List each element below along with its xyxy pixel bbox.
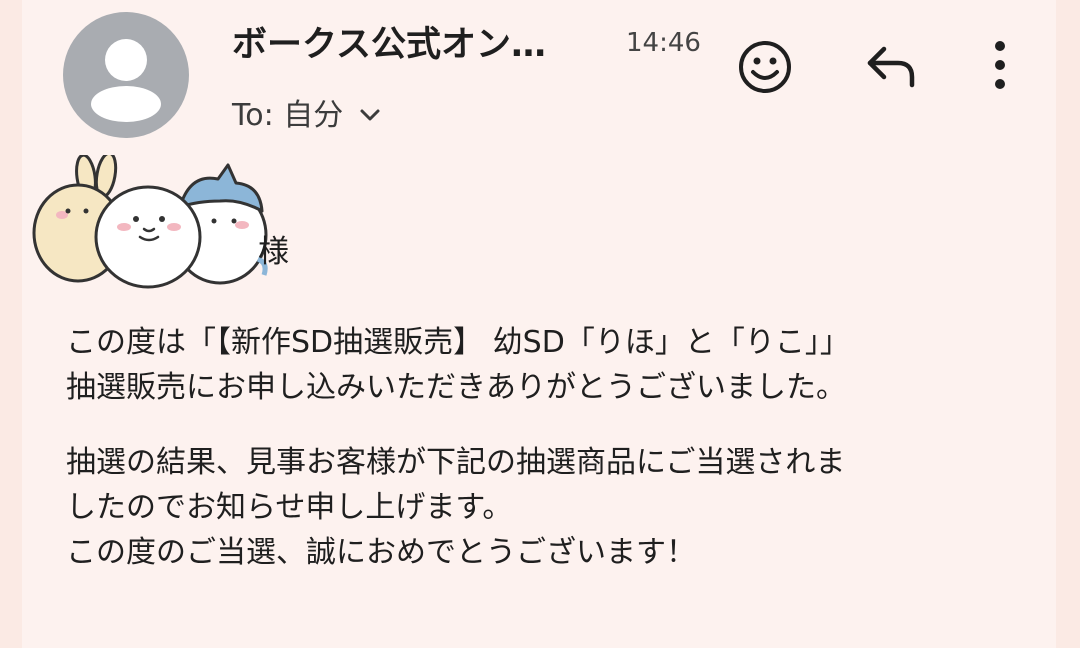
more-vert-icon [995,41,1005,89]
body-line: この度は「【新作SD抽選販売】 幼SD「りほ」と「りこ」」 [66,325,850,360]
recipient-toggle[interactable]: To: 自分 [232,90,381,134]
body-paragraph-1: この度は「【新作SD抽選販売】 幼SD「りほ」と「りこ」」 抽選販売にお申し込み… [66,320,1026,410]
reply-icon [867,46,915,88]
chevron-down-icon [359,95,381,130]
reply-button[interactable] [864,43,920,95]
body-line: 抽選の結果、見事お客様が下記の抽選商品にご当選されま [66,445,846,480]
email-time: 14:46 [626,28,701,58]
emoji-reaction-icon [739,41,791,93]
body-paragraph-2: 抽選の結果、見事お客様が下記の抽選商品にご当選されま したのでお知らせ申し上げま… [66,440,1026,575]
character-sticker [30,151,270,294]
more-options-button[interactable] [985,40,1015,94]
body-line: したのでお知らせ申し上げます。 [66,490,513,525]
body-line: 抽選販売にお申し込みいただきありがとうございました。 [66,370,846,405]
sender-avatar[interactable] [63,12,189,138]
recipient-label: To: 自分 [232,98,344,133]
body-line: この度のご当選、誠におめでとうございます！ [66,535,696,570]
sender-name[interactable]: ボークス公式オン… [232,16,546,67]
person-icon [91,39,161,122]
emoji-reaction-button[interactable] [737,39,793,99]
honorific-suffix: 様 [258,234,289,270]
email-body: この度は「【新作SD抽選販売】 幼SD「りほ」と「りこ」」 抽選販売にお申し込み… [66,320,1026,605]
